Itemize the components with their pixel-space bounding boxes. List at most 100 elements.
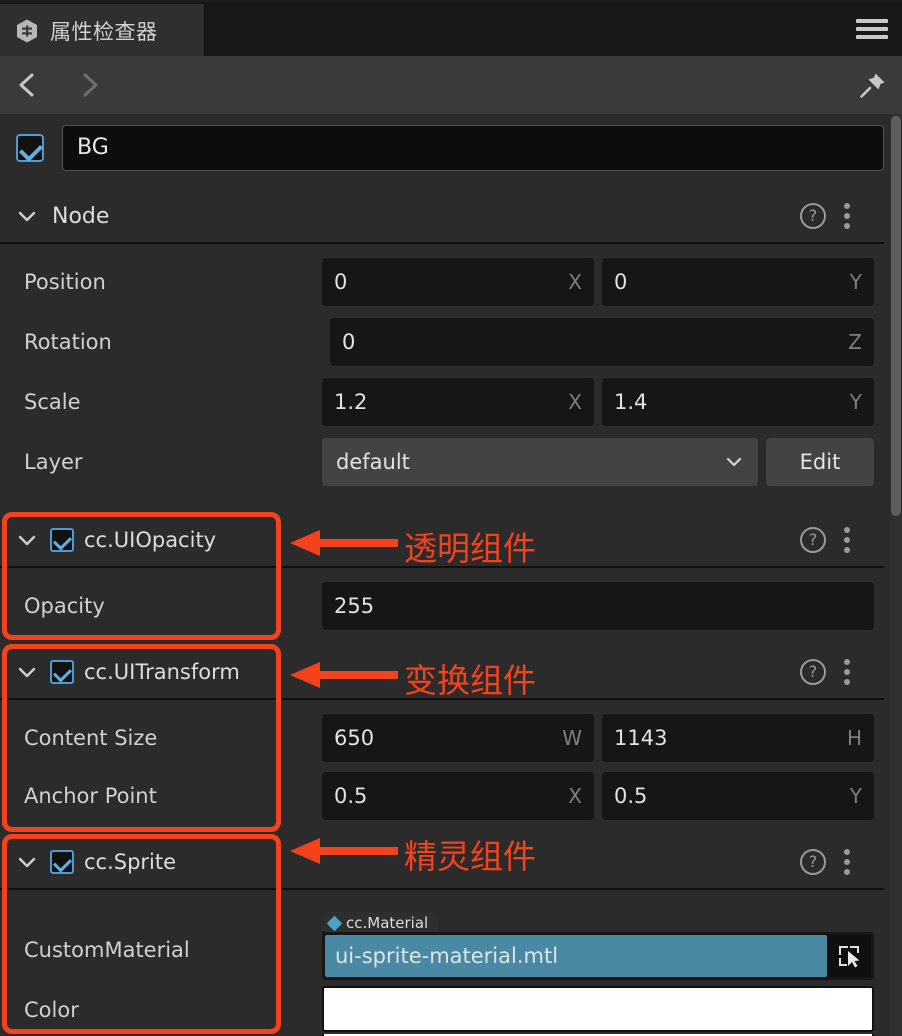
property-row-position: Position 0 X 0 Y [0, 252, 884, 312]
component-enabled-checkbox[interactable] [50, 660, 74, 684]
field-value: 0 [614, 270, 628, 294]
annotation-label-uitransform: 变换组件 [404, 661, 536, 700]
field-axis: X [568, 784, 582, 808]
opacity-field[interactable]: 255 [322, 582, 874, 630]
field-axis: X [568, 270, 582, 294]
kebab-menu-icon[interactable] [844, 659, 850, 685]
anchor-x-field[interactable]: 0.5 X [322, 772, 594, 820]
node-name-input[interactable]: BG [62, 125, 884, 171]
tab-label: 属性检查器 [50, 20, 158, 44]
navigation-bar [0, 56, 902, 114]
component-header-actions: ? [800, 659, 884, 685]
anchor-y-field[interactable]: 0.5 Y [602, 772, 874, 820]
property-label: Rotation [24, 330, 112, 354]
layer-dropdown[interactable]: default [322, 438, 758, 486]
field-value: 0 [334, 270, 348, 294]
annotation-arrow-left-icon [290, 658, 400, 697]
component-enabled-checkbox[interactable] [50, 850, 74, 874]
position-x-field[interactable]: 0 X [322, 258, 594, 306]
property-row-color: Color [0, 980, 884, 1036]
property-label: Layer [24, 450, 83, 474]
section-header-actions: ? [800, 203, 884, 229]
scale-x-field[interactable]: 1.2 X [322, 378, 594, 426]
annotation-arrow-left-icon [290, 834, 400, 873]
component-header-actions: ? [800, 849, 884, 875]
component-title: cc.UIOpacity [84, 528, 217, 552]
layer-edit-button[interactable]: Edit [766, 438, 874, 486]
property-label: Scale [24, 390, 81, 414]
layer-selected-value: default [336, 450, 410, 474]
vertical-scrollbar[interactable] [890, 114, 902, 1036]
kebab-menu-icon[interactable] [844, 203, 850, 229]
chevron-right-icon[interactable] [74, 70, 104, 100]
asset-box[interactable]: ui-sprite-material.mtl [322, 932, 874, 980]
component-enabled-checkbox[interactable] [50, 528, 74, 552]
field-value: 1143 [614, 726, 668, 750]
chevron-down-icon [724, 452, 744, 472]
content-size-w-field[interactable]: 650 W [322, 714, 594, 762]
component-header-actions: ? [800, 527, 884, 553]
section-title: Node [52, 203, 110, 229]
property-label: Color [24, 998, 79, 1022]
scale-y-field[interactable]: 1.4 Y [602, 378, 874, 426]
property-row-opacity: Opacity 255 [0, 576, 884, 636]
property-label: Content Size [24, 726, 158, 750]
hamburger-menu-icon[interactable] [856, 16, 888, 42]
field-axis: Y [849, 270, 862, 294]
chevron-down-icon[interactable] [16, 205, 38, 227]
property-row-rotation: Rotation 0 Z [0, 312, 884, 372]
node-name-row: BG [0, 120, 884, 176]
inspector-body: BG Node ? Position 0 X 0 Y Rotation 0 Z … [0, 114, 902, 1036]
chevron-down-icon[interactable] [16, 529, 38, 551]
property-row-scale: Scale 1.2 X 1.4 Y [0, 372, 884, 432]
kebab-menu-icon[interactable] [844, 527, 850, 553]
component-title: cc.UITransform [84, 660, 240, 684]
tab-inspector[interactable]: 属性检查器 [0, 4, 205, 58]
kebab-menu-icon[interactable] [844, 849, 850, 875]
chevron-down-icon[interactable] [16, 661, 38, 683]
field-axis: W [562, 726, 582, 750]
hexagon-node-icon [14, 18, 40, 44]
node-section-header[interactable]: Node ? [0, 190, 884, 244]
chevron-left-icon[interactable] [12, 70, 42, 100]
property-label: Position [24, 270, 106, 294]
question-mark-icon[interactable]: ? [800, 203, 826, 229]
field-axis: Z [848, 330, 862, 354]
field-value: 1.2 [334, 390, 368, 414]
asset-type-badge: cc.Material [322, 912, 439, 934]
inspector-window: 属性检查器 BG Node ? Position 0 X 0 Y Rotatio… [0, 0, 902, 1036]
property-row-custom-material: CustomMaterial cc.Material ui-sprite-mat… [0, 904, 884, 980]
rotation-z-field[interactable]: 0 Z [330, 318, 874, 366]
field-value: 0 [342, 330, 356, 354]
question-mark-icon[interactable]: ? [800, 527, 826, 553]
field-value: 0.5 [334, 784, 368, 808]
content-size-h-field[interactable]: 1143 H [602, 714, 874, 762]
question-mark-icon[interactable]: ? [800, 849, 826, 875]
property-row-layer: Layer default Edit [0, 432, 884, 492]
chevron-down-icon[interactable] [16, 851, 38, 873]
asset-value[interactable]: ui-sprite-material.mtl [325, 935, 827, 977]
field-value: 255 [334, 594, 375, 618]
property-label: CustomMaterial [24, 938, 190, 962]
field-axis: H [846, 726, 862, 750]
annotation-label-sprite: 精灵组件 [404, 837, 536, 876]
color-swatch[interactable] [322, 986, 874, 1032]
asset-type-label: cc.Material [346, 914, 429, 932]
question-mark-icon[interactable]: ? [800, 659, 826, 685]
property-row-anchor-point: Anchor Point 0.5 X 0.5 Y [0, 766, 884, 826]
annotation-arrow-left-icon [290, 526, 400, 565]
property-row-content-size: Content Size 650 W 1143 H [0, 708, 884, 768]
custom-material-asset-field[interactable]: cc.Material ui-sprite-material.mtl [322, 912, 874, 980]
property-label: Anchor Point [24, 784, 157, 808]
position-y-field[interactable]: 0 Y [602, 258, 874, 306]
field-value: 1.4 [614, 390, 648, 414]
tab-bar: 属性检查器 [0, 0, 902, 58]
component-title: cc.Sprite [84, 850, 177, 874]
field-axis: Y [849, 784, 862, 808]
node-enabled-checkbox[interactable] [16, 134, 44, 162]
field-value: 650 [334, 726, 375, 750]
scrollbar-thumb[interactable] [891, 116, 901, 516]
select-node-icon[interactable] [827, 935, 871, 977]
field-axis: X [568, 390, 582, 414]
pin-icon[interactable] [858, 70, 888, 100]
